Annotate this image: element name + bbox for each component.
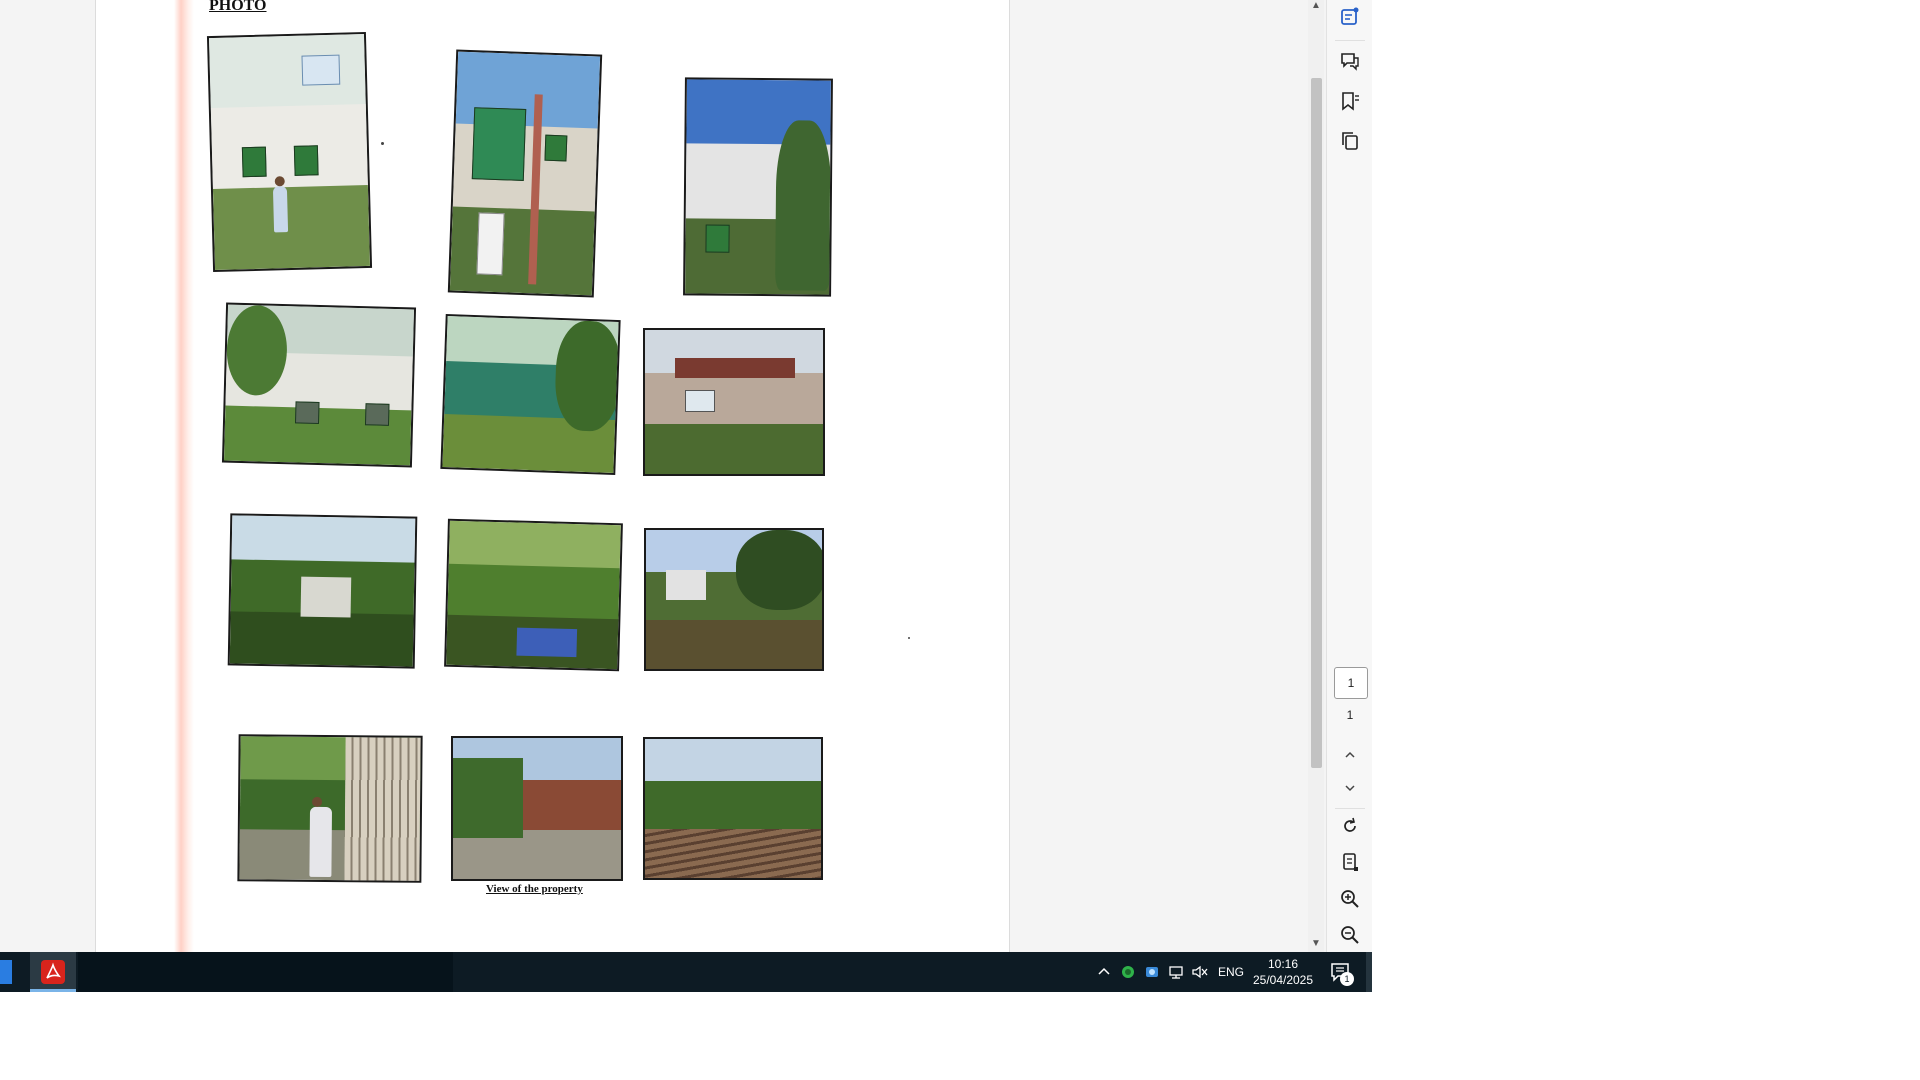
photo-heading: PHOTO bbox=[209, 0, 267, 14]
taskbar: ENG 10:16 25/04/2025 1 bbox=[0, 952, 1372, 992]
rail-separator bbox=[1335, 40, 1365, 41]
photo-ground bbox=[645, 423, 823, 474]
photo-window bbox=[364, 403, 390, 426]
photo-ground bbox=[449, 206, 595, 296]
status-green-icon[interactable] bbox=[1120, 964, 1136, 980]
screen: PHOTO View of the property ▲ ▼ 1 1 ENG 1… bbox=[0, 0, 1372, 992]
vertical-scrollbar[interactable]: ▲ ▼ bbox=[1308, 0, 1324, 952]
photo-brick-wall-lane bbox=[451, 736, 623, 881]
photo-dense-vegetation bbox=[444, 518, 623, 672]
photo-caption: View of the property bbox=[486, 883, 583, 895]
photo-window bbox=[544, 134, 568, 162]
photo-sign bbox=[301, 54, 341, 86]
total-pages-label: 1 bbox=[1346, 708, 1354, 722]
notification-count-badge: 1 bbox=[1340, 972, 1354, 986]
photo-ground bbox=[212, 184, 371, 270]
show-desktop-button[interactable] bbox=[1366, 952, 1372, 992]
acrobat-taskbar-button[interactable] bbox=[30, 952, 76, 992]
network-icon[interactable] bbox=[1168, 964, 1186, 980]
photo-person bbox=[272, 186, 289, 233]
edit-pdf-icon[interactable] bbox=[1339, 6, 1361, 28]
photo-ground bbox=[229, 611, 414, 667]
photo-door bbox=[476, 212, 505, 276]
photo-signboard bbox=[685, 390, 715, 412]
photo-distant-house bbox=[644, 528, 824, 671]
bookmark-icon[interactable] bbox=[1339, 90, 1361, 112]
pdf-page[interactable]: PHOTO View of the property bbox=[95, 0, 1010, 952]
photo-house bbox=[666, 570, 706, 600]
photo-old-house bbox=[643, 328, 825, 476]
photo-plank-path bbox=[643, 737, 823, 880]
photo-tree bbox=[775, 120, 832, 291]
scan-speck bbox=[908, 637, 910, 639]
copy-pages-icon[interactable] bbox=[1339, 130, 1361, 152]
action-center-button[interactable]: 1 bbox=[1328, 960, 1354, 986]
network-app-icon[interactable] bbox=[1144, 964, 1160, 980]
right-tool-rail: 1 1 bbox=[1326, 0, 1372, 952]
photo-building-front-glass bbox=[447, 49, 603, 298]
clock-date: 25/04/2025 bbox=[1252, 973, 1314, 987]
start-button[interactable] bbox=[0, 960, 12, 984]
scan-edge-shadow bbox=[174, 0, 194, 952]
photo-tree bbox=[736, 530, 822, 610]
photo-house bbox=[300, 576, 352, 618]
scroll-down-arrow-icon[interactable]: ▼ bbox=[1310, 938, 1322, 950]
active-app-indicator bbox=[30, 989, 76, 992]
scroll-thumb[interactable] bbox=[1311, 78, 1322, 768]
scroll-up-arrow-icon[interactable]: ▲ bbox=[1310, 0, 1322, 12]
photo-window bbox=[293, 145, 319, 176]
photo-planks bbox=[645, 829, 821, 878]
current-page-field[interactable]: 1 bbox=[1334, 667, 1368, 699]
clock-time: 10:16 bbox=[1267, 957, 1299, 971]
volume-muted-icon[interactable] bbox=[1191, 964, 1209, 980]
photo-man-at-gate bbox=[237, 734, 423, 883]
rotate-icon[interactable] bbox=[1339, 815, 1361, 837]
zoom-out-icon[interactable] bbox=[1339, 924, 1361, 946]
photo-trees bbox=[453, 758, 523, 838]
photo-garden-trees bbox=[227, 513, 418, 669]
photo-gate bbox=[344, 737, 421, 883]
scan-speck bbox=[381, 142, 384, 145]
photo-window bbox=[241, 146, 267, 178]
photo-person bbox=[309, 806, 333, 878]
rail-separator bbox=[1335, 808, 1365, 809]
acrobat-icon bbox=[41, 960, 65, 984]
photo-glass-panel bbox=[471, 107, 527, 181]
photo-building-with-man bbox=[206, 31, 373, 273]
comment-icon[interactable] bbox=[1339, 50, 1361, 72]
photo-building-side bbox=[683, 77, 833, 297]
previous-page-icon[interactable] bbox=[1339, 744, 1361, 766]
next-page-icon[interactable] bbox=[1339, 777, 1361, 799]
photo-overgrown-building bbox=[221, 302, 417, 468]
photo-tree bbox=[553, 319, 621, 433]
photo-green-net-enclosure bbox=[440, 313, 621, 476]
taskbar-search-area[interactable] bbox=[78, 952, 453, 992]
photo-window bbox=[705, 224, 730, 253]
zoom-in-icon[interactable] bbox=[1339, 888, 1361, 910]
photo-blue-sheet bbox=[516, 627, 578, 658]
photo-ground bbox=[646, 620, 822, 669]
show-hidden-icons-icon[interactable] bbox=[1096, 964, 1112, 980]
photo-window bbox=[294, 401, 320, 425]
page-display-icon[interactable] bbox=[1339, 851, 1361, 873]
photo-roof bbox=[675, 358, 795, 378]
taskbar-clock[interactable]: 10:16 25/04/2025 bbox=[1240, 956, 1326, 988]
